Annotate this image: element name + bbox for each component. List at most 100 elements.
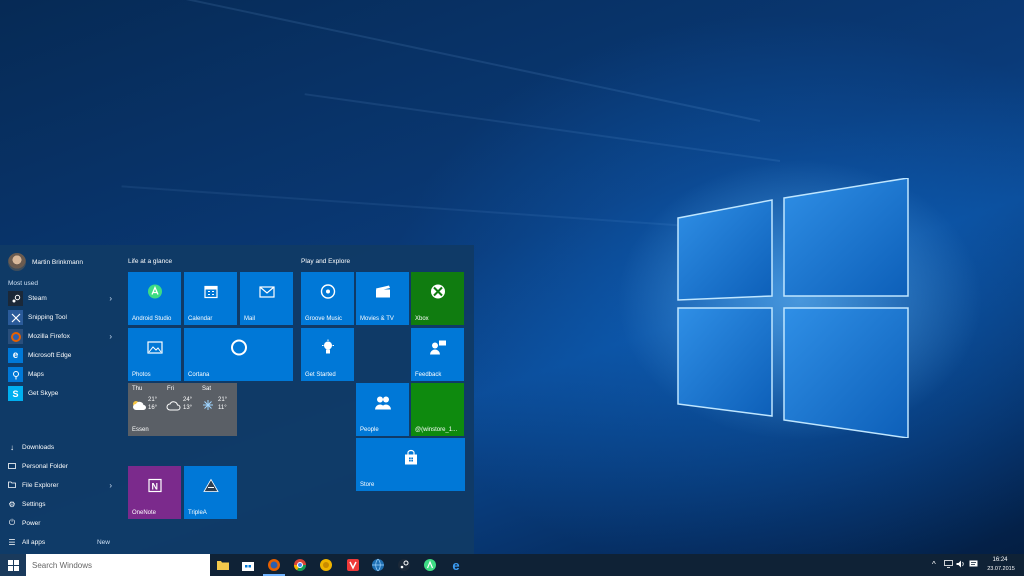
app-label: Snipping Tool — [28, 314, 67, 321]
tile-feedback[interactable]: Feedback — [411, 328, 464, 381]
vivaldi-taskbar-icon[interactable] — [345, 557, 361, 573]
edge-icon: e — [8, 348, 23, 363]
feedback-icon — [429, 340, 447, 361]
weather-high: 21° — [218, 397, 228, 403]
app-snipping-tool[interactable]: Snipping Tool — [8, 309, 112, 326]
lightbulb-icon — [321, 339, 335, 361]
cloudy-icon — [166, 398, 182, 416]
sys-label: File Explorer — [22, 481, 59, 489]
tile-triplea[interactable]: TripleA — [184, 466, 237, 519]
chevron-up-icon[interactable]: ^ — [932, 560, 936, 569]
start-menu: Martin Brinkmann Most used Steam › Snipp… — [0, 245, 474, 554]
sys-label: Settings — [22, 500, 46, 508]
app-steam[interactable]: Steam › — [8, 290, 112, 307]
tile-xbox[interactable]: Xbox — [411, 272, 464, 325]
photos-icon — [146, 341, 163, 359]
skype-icon: S — [8, 386, 23, 401]
firefox-icon — [8, 329, 23, 344]
sys-label: Personal Folder — [22, 462, 68, 470]
chrome-taskbar-icon[interactable] — [292, 557, 308, 573]
app-maps[interactable]: Maps — [8, 366, 112, 383]
onenote-icon: N — [147, 478, 163, 499]
yellow-app-taskbar-icon[interactable] — [318, 557, 334, 573]
cortana-icon — [230, 339, 248, 362]
start-button[interactable] — [0, 554, 26, 576]
tile-onenote[interactable]: N OneNote — [128, 466, 181, 519]
groove-music-icon — [320, 284, 336, 305]
clock-date[interactable]: 23.07.2015 — [984, 566, 1018, 572]
svg-text:N: N — [151, 482, 158, 492]
all-apps-icon: ☰ — [8, 537, 16, 547]
new-badge: New — [96, 538, 110, 546]
sys-label: Downloads — [22, 443, 55, 451]
downloads-button[interactable]: ↓ Downloads — [8, 440, 112, 454]
personal-folder-button[interactable]: Personal Folder — [8, 459, 112, 473]
tile-winstore[interactable]: @(winstore_1... — [411, 383, 464, 436]
app-label: Mozilla Firefox — [28, 333, 70, 340]
weather-high: 24° — [183, 397, 193, 403]
taskbar: Search Windows e ^ 16:24 23.07.2015 — [0, 554, 1024, 576]
all-apps-button[interactable]: ☰ All apps New — [8, 535, 112, 549]
tile-photos[interactable]: Photos — [128, 328, 181, 381]
weather-low: 13° — [183, 405, 193, 411]
action-center-icon[interactable] — [969, 560, 978, 570]
file-explorer-icon — [8, 481, 16, 490]
avatar — [8, 253, 26, 271]
tile-store[interactable]: Store — [356, 438, 465, 491]
people-icon — [374, 395, 392, 416]
app-mozilla-firefox[interactable]: Mozilla Firefox › — [8, 328, 112, 345]
settings-button[interactable]: ⚙ Settings — [8, 497, 112, 511]
download-icon: ↓ — [10, 442, 14, 452]
app-microsoft-edge[interactable]: e Microsoft Edge — [8, 347, 112, 364]
group-title-play[interactable]: Play and Explore — [301, 258, 350, 265]
sys-label: All apps — [22, 538, 46, 546]
chevron-right-icon[interactable]: › — [109, 332, 112, 341]
globe-taskbar-icon[interactable] — [370, 557, 386, 573]
tile-android-studio[interactable]: Android Studio — [128, 272, 181, 325]
chevron-right-icon[interactable]: › — [109, 481, 112, 490]
maps-icon — [8, 367, 23, 382]
tile-mail[interactable]: Mail — [240, 272, 293, 325]
tile-movies-tv[interactable]: Movies & TV — [356, 272, 409, 325]
search-windows-box[interactable]: Search Windows — [26, 554, 210, 576]
chevron-right-icon[interactable]: › — [109, 294, 112, 303]
start-left-column: Martin Brinkmann Most used Steam › Snipp… — [0, 245, 120, 554]
windows-logo-wallpaper — [677, 178, 909, 438]
app-label: Maps — [28, 371, 44, 378]
user-name: Martin Brinkmann — [32, 258, 83, 266]
weather-city: Essen — [132, 427, 149, 433]
power-icon: ⏻ — [8, 518, 16, 527]
steam-taskbar-icon[interactable] — [396, 557, 412, 573]
file-explorer-taskbar-icon[interactable] — [215, 557, 231, 573]
clock-time[interactable]: 16:24 — [988, 557, 1012, 563]
weather-day: Sat — [202, 386, 212, 392]
tile-groove-music[interactable]: Groove Music — [301, 272, 354, 325]
xbox-icon — [430, 284, 446, 305]
sys-label: Power — [22, 519, 41, 527]
store-bag-icon — [403, 450, 419, 471]
partly-cloudy-icon — [131, 398, 147, 416]
group-title-life[interactable]: Life at a glance — [128, 258, 172, 265]
search-input[interactable]: Search Windows — [32, 561, 92, 570]
app-get-skype[interactable]: S Get Skype — [8, 385, 112, 402]
tile-calendar[interactable]: Calendar — [184, 272, 237, 325]
most-used-label: Most used — [8, 280, 38, 287]
store-taskbar-icon[interactable] — [240, 557, 256, 573]
file-explorer-button[interactable]: File Explorer › — [8, 478, 112, 492]
tile-weather[interactable]: Thu Fri Sat 21° 16° 24° 13° 21° 11° Esse… — [128, 383, 237, 436]
edge-taskbar-icon[interactable]: e — [448, 557, 464, 573]
tile-cortana[interactable]: Cortana — [184, 328, 293, 381]
android-studio-taskbar-icon[interactable] — [422, 557, 438, 573]
user-account-button[interactable]: Martin Brinkmann — [8, 252, 83, 272]
network-icon[interactable] — [944, 560, 953, 570]
volume-icon[interactable] — [956, 560, 965, 570]
tile-get-started[interactable]: Get Started — [301, 328, 354, 381]
weather-low: 16° — [148, 405, 158, 411]
snow-icon — [201, 398, 215, 416]
power-button[interactable]: ⏻ Power — [8, 516, 112, 530]
steam-icon — [8, 291, 23, 306]
firefox-taskbar-icon[interactable] — [263, 557, 285, 576]
triplea-icon — [202, 478, 220, 499]
tile-people[interactable]: People — [356, 383, 409, 436]
android-studio-icon — [147, 284, 163, 305]
